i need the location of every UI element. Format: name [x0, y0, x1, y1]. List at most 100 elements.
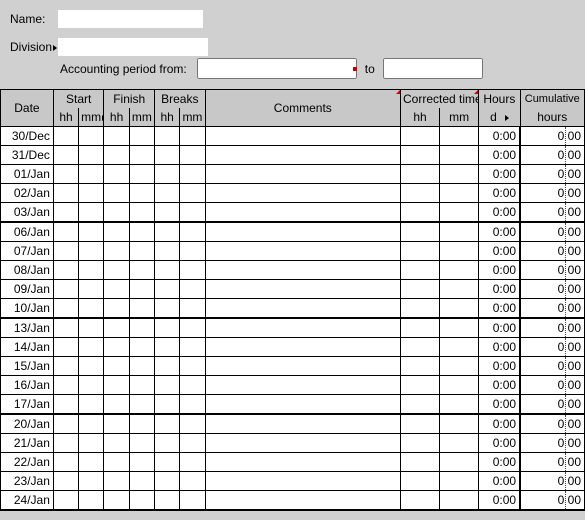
cell-breaks-hh[interactable]	[155, 127, 180, 146]
cell-breaks-mm[interactable]	[180, 280, 205, 299]
cell-start-mm[interactable]	[79, 184, 104, 203]
cell-breaks-mm[interactable]	[180, 472, 205, 491]
cell-breaks-hh[interactable]	[155, 491, 180, 511]
cell-start-mm[interactable]	[79, 453, 104, 472]
cell-ct-hh[interactable]	[401, 165, 440, 184]
cell-start-hh[interactable]	[53, 395, 78, 415]
cell-breaks-mm[interactable]	[180, 222, 205, 242]
cell-breaks-mm[interactable]	[180, 491, 205, 511]
cell-comments[interactable]	[205, 184, 400, 203]
cell-breaks-hh[interactable]	[155, 299, 180, 319]
cell-start-hh[interactable]	[53, 357, 78, 376]
cell-start-mm[interactable]	[79, 222, 104, 242]
cell-finish-mm[interactable]	[129, 261, 154, 280]
cell-start-hh[interactable]	[53, 203, 78, 223]
cell-ct-hh[interactable]	[401, 242, 440, 261]
cell-breaks-mm[interactable]	[180, 146, 205, 165]
cell-ct-mm[interactable]	[440, 318, 479, 338]
cell-finish-hh[interactable]	[104, 222, 129, 242]
cell-breaks-mm[interactable]	[180, 376, 205, 395]
cell-breaks-mm[interactable]	[180, 242, 205, 261]
cell-finish-mm[interactable]	[129, 280, 154, 299]
cell-ct-hh[interactable]	[401, 203, 440, 223]
cell-finish-mm[interactable]	[129, 184, 154, 203]
division-input[interactable]	[58, 38, 208, 56]
cell-finish-hh[interactable]	[104, 203, 129, 223]
cell-finish-hh[interactable]	[104, 280, 129, 299]
cell-breaks-hh[interactable]	[155, 203, 180, 223]
cell-ct-mm[interactable]	[440, 165, 479, 184]
cell-breaks-hh[interactable]	[155, 222, 180, 242]
cell-comments[interactable]	[205, 414, 400, 434]
cell-finish-hh[interactable]	[104, 165, 129, 184]
cell-finish-mm[interactable]	[129, 146, 154, 165]
cell-ct-hh[interactable]	[401, 491, 440, 511]
cell-breaks-mm[interactable]	[180, 395, 205, 415]
cell-finish-mm[interactable]	[129, 338, 154, 357]
cell-comments[interactable]	[205, 261, 400, 280]
cell-finish-mm[interactable]	[129, 414, 154, 434]
cell-start-hh[interactable]	[53, 434, 78, 453]
cell-finish-mm[interactable]	[129, 395, 154, 415]
cell-start-hh[interactable]	[53, 299, 78, 319]
cell-finish-hh[interactable]	[104, 453, 129, 472]
cell-finish-mm[interactable]	[129, 127, 154, 146]
cell-comments[interactable]	[205, 222, 400, 242]
cell-finish-hh[interactable]	[104, 127, 129, 146]
cell-ct-mm[interactable]	[440, 146, 479, 165]
cell-ct-hh[interactable]	[401, 453, 440, 472]
cell-breaks-hh[interactable]	[155, 414, 180, 434]
cell-breaks-hh[interactable]	[155, 184, 180, 203]
cell-start-mm[interactable]	[79, 491, 104, 511]
cell-breaks-hh[interactable]	[155, 472, 180, 491]
cell-comments[interactable]	[205, 165, 400, 184]
cell-breaks-mm[interactable]	[180, 357, 205, 376]
cell-ct-hh[interactable]	[401, 472, 440, 491]
cell-finish-hh[interactable]	[104, 184, 129, 203]
cell-ct-hh[interactable]	[401, 184, 440, 203]
cell-breaks-hh[interactable]	[155, 318, 180, 338]
cell-comments[interactable]	[205, 376, 400, 395]
cell-ct-mm[interactable]	[440, 453, 479, 472]
cell-ct-hh[interactable]	[401, 318, 440, 338]
cell-finish-mm[interactable]	[129, 357, 154, 376]
cell-start-hh[interactable]	[53, 261, 78, 280]
cell-ct-mm[interactable]	[440, 491, 479, 511]
cell-comments[interactable]	[205, 127, 400, 146]
period-from-input[interactable]	[197, 58, 357, 79]
cell-start-hh[interactable]	[53, 280, 78, 299]
cell-start-hh[interactable]	[53, 472, 78, 491]
cell-finish-hh[interactable]	[104, 146, 129, 165]
cell-start-mm[interactable]	[79, 280, 104, 299]
cell-breaks-mm[interactable]	[180, 127, 205, 146]
cell-comments[interactable]	[205, 453, 400, 472]
cell-start-hh[interactable]	[53, 165, 78, 184]
cell-finish-hh[interactable]	[104, 414, 129, 434]
cell-ct-hh[interactable]	[401, 434, 440, 453]
cell-start-hh[interactable]	[53, 184, 78, 203]
cell-finish-mm[interactable]	[129, 453, 154, 472]
cell-comments[interactable]	[205, 318, 400, 338]
cell-finish-mm[interactable]	[129, 376, 154, 395]
cell-ct-mm[interactable]	[440, 395, 479, 415]
cell-breaks-hh[interactable]	[155, 395, 180, 415]
cell-ct-mm[interactable]	[440, 261, 479, 280]
cell-start-mm[interactable]	[79, 261, 104, 280]
cell-start-mm[interactable]	[79, 203, 104, 223]
cell-ct-mm[interactable]	[440, 338, 479, 357]
cell-start-mm[interactable]	[79, 146, 104, 165]
cell-ct-mm[interactable]	[440, 280, 479, 299]
cell-start-hh[interactable]	[53, 242, 78, 261]
cell-breaks-hh[interactable]	[155, 261, 180, 280]
cell-ct-mm[interactable]	[440, 184, 479, 203]
cell-start-mm[interactable]	[79, 338, 104, 357]
cell-start-hh[interactable]	[53, 338, 78, 357]
cell-ct-hh[interactable]	[401, 261, 440, 280]
cell-finish-mm[interactable]	[129, 203, 154, 223]
cell-start-hh[interactable]	[53, 222, 78, 242]
cell-comments[interactable]	[205, 338, 400, 357]
cell-breaks-hh[interactable]	[155, 338, 180, 357]
period-to-input[interactable]	[383, 58, 483, 79]
cell-breaks-hh[interactable]	[155, 165, 180, 184]
cell-breaks-mm[interactable]	[180, 453, 205, 472]
